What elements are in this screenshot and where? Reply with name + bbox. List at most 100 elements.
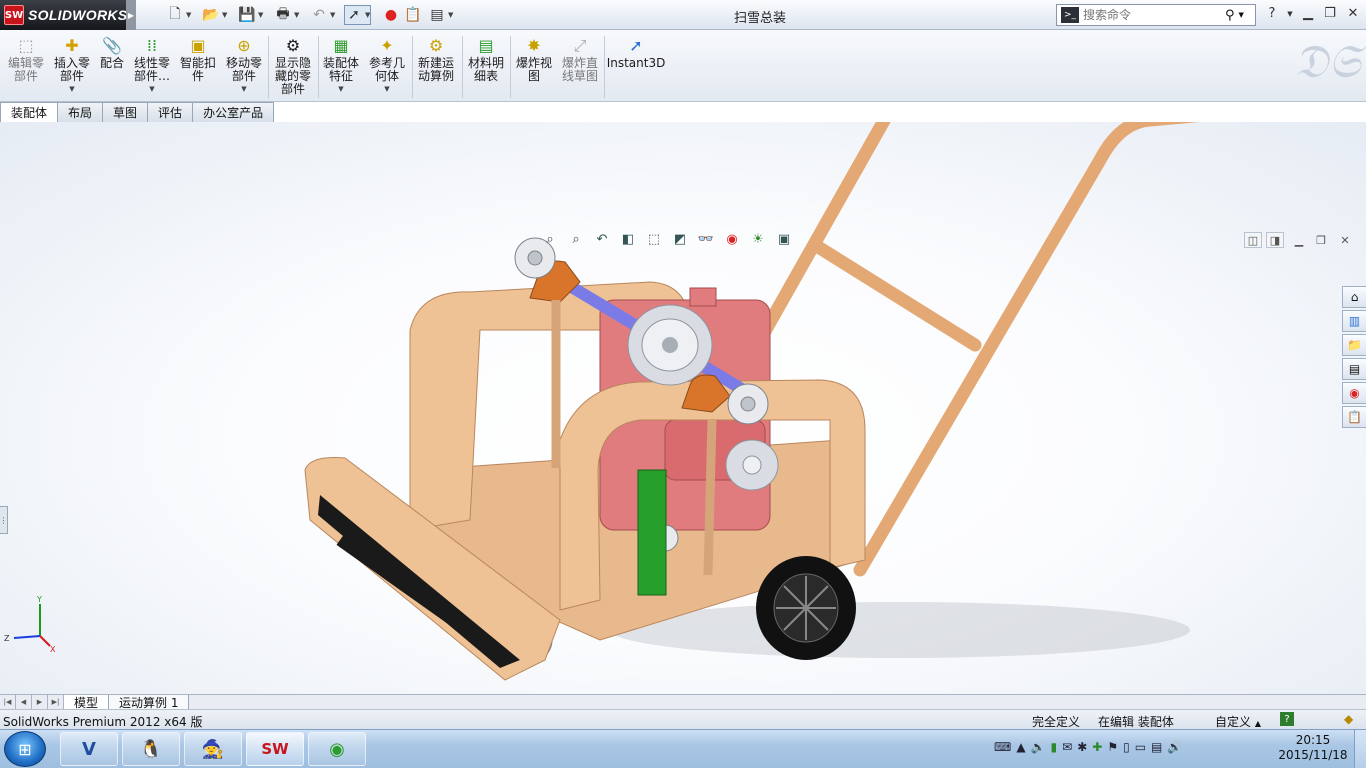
help-icon[interactable]: ? — [1262, 6, 1282, 21]
keyboard-icon[interactable]: ⌨ — [994, 740, 1011, 754]
tab-motion-study[interactable]: 运动算例 1 — [109, 695, 190, 710]
dropdown-arrow-icon[interactable]: ▼ — [149, 83, 154, 96]
monitor-icon[interactable]: ▭ — [1135, 740, 1146, 754]
exploded-view-button[interactable]: ✸ 爆炸视 图 — [512, 34, 556, 98]
show-desktop-button[interactable] — [1354, 730, 1366, 768]
tag-icon[interactable]: ◆ — [1344, 712, 1360, 727]
split-view-2-icon[interactable]: ◨ — [1266, 232, 1284, 248]
gear-rack[interactable] — [637, 469, 667, 596]
view-palette-icon[interactable]: ▤ — [1342, 358, 1366, 380]
new-motion-study-button[interactable]: ⚙ 新建运 动算例 — [414, 34, 458, 98]
rear-wheel[interactable] — [756, 556, 856, 660]
taskbar-app-qq[interactable]: 🐧 — [122, 732, 180, 766]
view-settings-icon[interactable]: ▣ — [774, 229, 794, 249]
options-button[interactable]: ▤ ▼ — [428, 5, 453, 25]
viewport-close-icon[interactable]: ✕ — [1336, 232, 1354, 248]
volume-icon[interactable]: 🔈 — [1031, 740, 1046, 754]
taskbar-app-solidworks[interactable]: SW — [246, 732, 304, 766]
search-input[interactable] — [1083, 8, 1223, 22]
viewport-minimize-icon[interactable]: ▁ — [1290, 232, 1308, 248]
menu-expand-arrow-icon[interactable]: ▶ — [126, 0, 136, 30]
section-view-icon[interactable]: ◧ — [618, 229, 638, 249]
explode-line-sketch-button[interactable]: ⤢ 爆炸直 线草图 — [558, 34, 602, 98]
prev-tab-icon[interactable]: ◀ — [16, 695, 32, 709]
bill-of-materials-button[interactable]: ▤ 材料明 细表 — [464, 34, 508, 98]
system-clock[interactable]: 20:15 2015/11/18 — [1278, 733, 1348, 763]
qq-tray-icon[interactable]: ✉ — [1062, 740, 1072, 754]
move-component-button[interactable]: ⊕ 移动零 部件 ▼ — [224, 34, 264, 98]
next-tab-icon[interactable]: ▶ — [32, 695, 48, 709]
pulley[interactable] — [627, 304, 713, 386]
edit-appearance-icon[interactable]: ◉ — [722, 229, 742, 249]
snow-sweeper-model[interactable]: Y Z X — [0, 122, 1366, 694]
dropdown-arrow-icon[interactable]: ▼ — [241, 83, 246, 96]
reference-geometry-button[interactable]: ✦ 参考几 何体 ▼ — [366, 34, 408, 98]
tab-assembly[interactable]: 装配体 — [0, 102, 59, 122]
speaker-icon[interactable]: 🔊 — [1167, 740, 1182, 754]
home-icon[interactable]: ⌂ — [1342, 286, 1366, 308]
quick-tips-icon[interactable]: ? — [1280, 712, 1294, 726]
taskbar-app-v4[interactable]: V — [60, 732, 118, 766]
tab-layout[interactable]: 布局 — [57, 102, 104, 122]
edit-component-button[interactable]: ⬚ 编辑零 部件 — [6, 34, 46, 98]
tab-sketch[interactable]: 草图 — [102, 102, 149, 122]
start-button[interactable]: ⊞ — [4, 731, 46, 767]
dropdown-arrow-icon[interactable]: ▼ — [338, 83, 343, 96]
bluetooth-icon[interactable]: ✱ — [1077, 740, 1087, 754]
previous-view-icon[interactable]: ↶ — [592, 229, 612, 249]
viewport-restore-icon[interactable]: ❐ — [1312, 232, 1330, 248]
file-explorer-icon[interactable]: 📁 — [1342, 334, 1366, 356]
display-style-icon[interactable]: ◩ — [670, 229, 690, 249]
show-hidden-components-button[interactable]: ⚙ 显示隐 藏的零 部件 — [272, 34, 314, 98]
linear-pattern-button[interactable]: ⁞⁞ 线性零 部件… ▼ — [132, 34, 172, 98]
taskbar-app-browser[interactable]: ◉ — [308, 732, 366, 766]
appearances-icon[interactable]: ◉ — [1342, 382, 1366, 404]
zoom-to-area-icon[interactable]: ⌕ — [566, 229, 586, 249]
tray-expand-icon[interactable]: ▲ — [1016, 740, 1025, 754]
view-orientation-icon[interactable]: ⬚ — [644, 229, 664, 249]
smart-fastener-button[interactable]: ▣ 智能扣 件 — [178, 34, 218, 98]
select-button[interactable]: ➚ ▼ — [344, 5, 372, 25]
taskbar-app-game[interactable]: 🧙 — [184, 732, 242, 766]
undo-button[interactable]: ↶ ▼ — [310, 5, 335, 25]
last-tab-icon[interactable]: ▶| — [48, 695, 64, 709]
instant3d-button[interactable]: ➚ Instant3D — [607, 34, 666, 98]
tab-evaluate[interactable]: 评估 — [147, 102, 194, 122]
tab-office-products[interactable]: 办公室产品 — [192, 102, 275, 122]
lower-pulley[interactable] — [725, 439, 779, 491]
security-icon[interactable]: ✚ — [1092, 740, 1102, 754]
insert-component-button[interactable]: ✚ 插入零 部件 ▼ — [52, 34, 92, 98]
zoom-to-fit-icon[interactable]: ⌕ — [540, 229, 560, 249]
minimize-icon[interactable]: ▁ — [1298, 6, 1318, 21]
search-icon[interactable]: ⚲ — [1225, 8, 1235, 23]
solidworks-logo[interactable]: SW SOLIDWORKS — [0, 0, 127, 30]
assembly-features-button[interactable]: ▦ 装配体 特征 ▼ — [320, 34, 362, 98]
wifi-icon[interactable]: ▤ — [1151, 740, 1162, 754]
network-icon[interactable]: ▮ — [1051, 740, 1058, 754]
close-icon[interactable]: ✕ — [1343, 6, 1363, 21]
first-tab-icon[interactable]: |◀ — [0, 695, 16, 709]
search-dropdown-icon[interactable]: ▼ — [1239, 11, 1244, 19]
device-icon[interactable]: ▯ — [1123, 740, 1130, 754]
save-button[interactable]: 💾 ▼ — [238, 5, 263, 25]
dropdown-arrow-icon[interactable]: ▼ — [384, 83, 389, 96]
restore-icon[interactable]: ❐ — [1320, 6, 1340, 21]
design-library-icon[interactable]: ▥ — [1342, 310, 1366, 332]
print-button[interactable]: 🖶 ▼ — [274, 5, 299, 25]
hide-show-items-icon[interactable]: 👓 — [696, 229, 716, 249]
units-dropdown[interactable]: 自定义 ▲ — [1215, 713, 1261, 730]
apply-scene-icon[interactable]: ☀ — [748, 229, 768, 249]
open-button[interactable]: 📂 ▼ — [202, 5, 227, 25]
file-properties-button[interactable]: 📋 — [404, 5, 422, 25]
help-dropdown-icon[interactable]: ▼ — [1280, 10, 1300, 18]
feature-manager-expand-handle[interactable]: ⋮ — [0, 506, 8, 534]
search-commands[interactable]: >_ ⚲ ▼ — [1056, 4, 1256, 26]
custom-properties-icon[interactable]: 📋 — [1342, 406, 1366, 428]
new-document-button[interactable]: 🗋 ▼ — [166, 5, 191, 25]
rebuild-button[interactable]: ● — [382, 5, 400, 25]
flag-icon[interactable]: ⚑ — [1107, 740, 1118, 754]
mate-button[interactable]: 📎 配合 — [96, 34, 128, 98]
graphics-area[interactable]: Y Z X ⌕ ⌕ ↶ ◧ ⬚ ◩ 👓 ◉ ☀ ▣ ◫ ◨ ▁ ❐ ✕ ⌂ ▥ 📁 … — [0, 122, 1366, 694]
tab-model[interactable]: 模型 — [64, 695, 110, 710]
dropdown-arrow-icon[interactable]: ▼ — [69, 83, 74, 96]
